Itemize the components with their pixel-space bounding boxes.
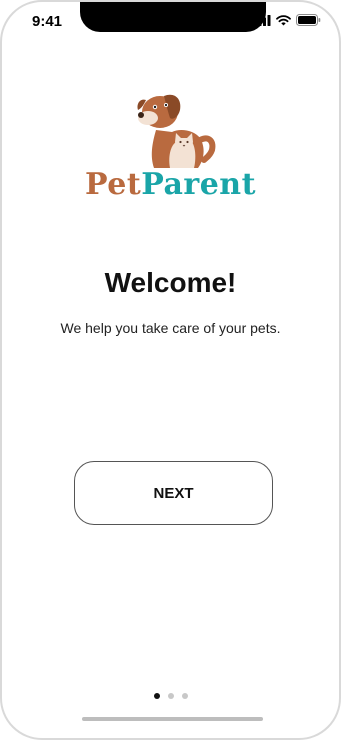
welcome-title: Welcome! [104,267,237,298]
home-indicator[interactable] [82,717,263,721]
wifi-icon [276,14,291,25]
brand-pet-text: Pet [85,167,142,202]
brand-parent-text: Parent [141,167,256,202]
phone-screen: 9:41 PetParent Welcome! We help you take… [0,0,341,740]
welcome-subtitle: We help you take care of your pets. [60,320,281,336]
dog-and-cat-logo [137,94,216,168]
page-indicator [2,693,339,699]
cellular-signal-icon [254,14,271,26]
page-dot-3[interactable] [181,693,188,699]
status-bar: 9:41 [2,2,339,42]
status-time: 9:41 [32,13,63,30]
brand-logo-text: PetParent [2,167,339,202]
page-dot-1[interactable] [153,693,160,699]
status-icons [254,14,321,26]
next-button[interactable]: NEXT [74,461,273,525]
battery-icon [296,14,321,26]
page-dot-2[interactable] [167,693,174,699]
notch [80,2,266,32]
